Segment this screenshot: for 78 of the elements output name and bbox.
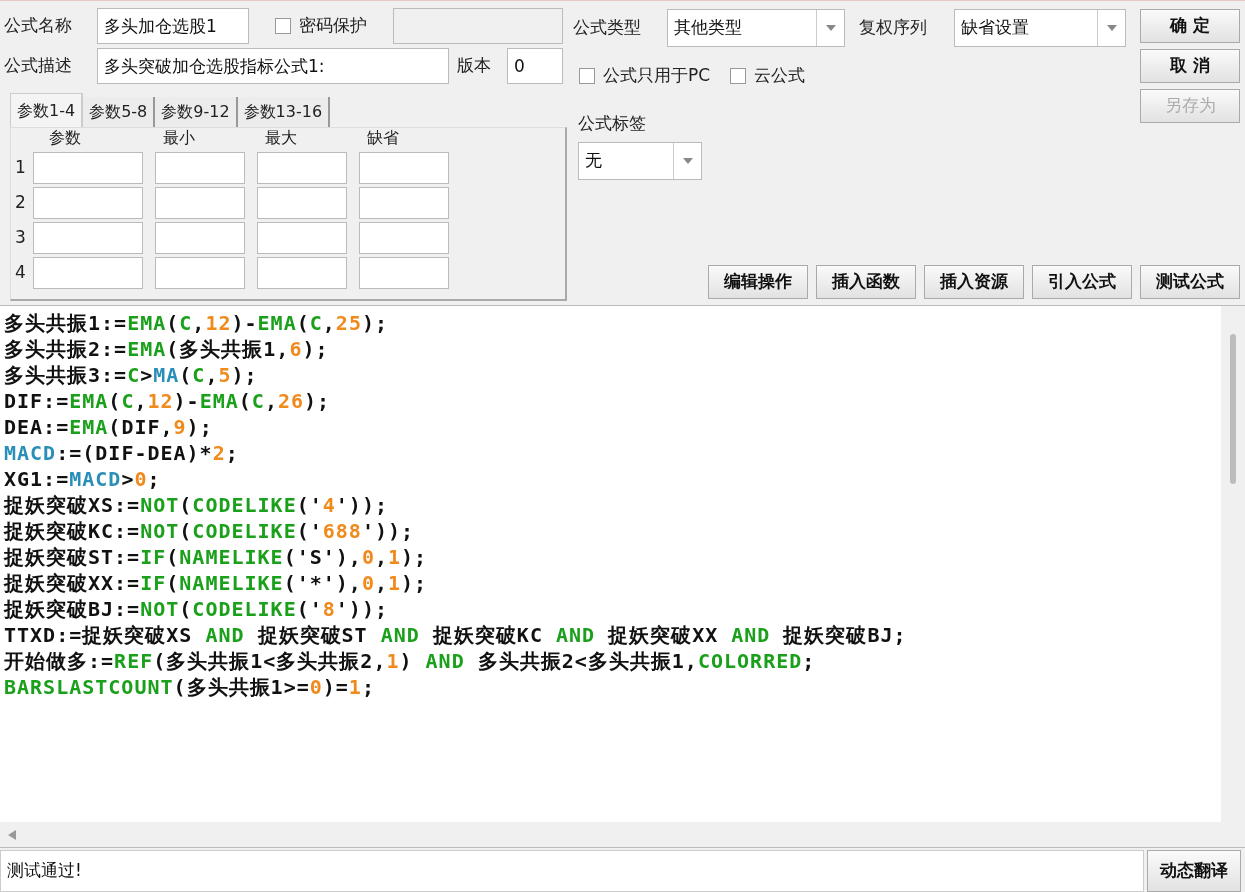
param-input[interactable] bbox=[155, 221, 245, 254]
column-header: 最小 bbox=[162, 127, 196, 149]
checkbox[interactable] bbox=[730, 67, 747, 84]
field-label: 公式名称 bbox=[4, 14, 73, 38]
code-line: MACD:=(DIF-DEA)*2; bbox=[4, 440, 239, 466]
code-line: 开始做多:=REF(多头共振1<多头共振2,1) AND 多头共振2<多头共振1,COLORRED; bbox=[4, 648, 816, 674]
tab[interactable]: 参数5-8 bbox=[83, 97, 156, 127]
input-field[interactable]: 0 bbox=[507, 48, 563, 84]
dropdown[interactable]: 无 bbox=[578, 142, 702, 180]
button[interactable]: 确 定 bbox=[1140, 9, 1240, 43]
dropdown[interactable]: 其他类型 bbox=[667, 9, 845, 47]
code-line: 多头共振1:=EMA(C,12)-EMA(C,25); bbox=[4, 310, 389, 336]
param-input[interactable] bbox=[257, 221, 347, 254]
field-label: 复权序列 bbox=[859, 16, 928, 40]
param-input[interactable] bbox=[33, 221, 143, 254]
button[interactable]: 引入公式 bbox=[1032, 265, 1132, 299]
param-input[interactable] bbox=[155, 256, 245, 289]
field-label: 公式类型 bbox=[573, 16, 642, 40]
row-number: 3 bbox=[15, 225, 27, 249]
param-input[interactable] bbox=[155, 186, 245, 219]
caret-icon bbox=[682, 158, 693, 164]
tab[interactable]: 参数9-12 bbox=[155, 97, 238, 127]
caret-icon bbox=[1106, 25, 1117, 31]
input-field[interactable]: 多头突破加仓选股指标公式1: bbox=[97, 48, 449, 84]
param-input[interactable] bbox=[257, 256, 347, 289]
checkbox-label: 密码保护 bbox=[299, 14, 367, 38]
field-label: 公式标签 bbox=[578, 111, 647, 135]
param-input[interactable] bbox=[257, 151, 347, 184]
caret-icon bbox=[825, 25, 836, 31]
code-line: DIF:=EMA(C,12)-EMA(C,26); bbox=[4, 388, 331, 414]
tab[interactable]: 参数1-4 bbox=[10, 93, 84, 127]
code-line: 多头共振2:=EMA(多头共振1,6); bbox=[4, 336, 329, 362]
code-line: 捉妖突破ST:=IF(NAMELIKE('S'),0,1); bbox=[4, 544, 428, 570]
code-editor[interactable] bbox=[0, 305, 1245, 822]
code-line: DEA:=EMA(DIF,9); bbox=[4, 414, 213, 440]
field-label: 版本 bbox=[457, 54, 492, 78]
checkbox-label: 公式只用于PC bbox=[603, 64, 711, 87]
param-input[interactable] bbox=[33, 151, 143, 184]
code-line: 捉妖突破XS:=NOT(CODELIKE('4')); bbox=[4, 492, 388, 518]
button[interactable]: 动态翻译 bbox=[1147, 850, 1241, 892]
field-label: 公式描述 bbox=[4, 54, 73, 78]
param-input[interactable] bbox=[359, 186, 449, 219]
checkbox[interactable] bbox=[275, 18, 291, 34]
row-number: 1 bbox=[15, 155, 27, 179]
password-field[interactable] bbox=[393, 8, 563, 44]
param-input[interactable] bbox=[359, 151, 449, 184]
checkbox-label: 云公式 bbox=[754, 64, 806, 87]
code-line: TTXD:=捉妖突破XS AND 捉妖突破ST AND 捉妖突破KC AND 捉妖突破XX AND 捉妖突破BJ; bbox=[4, 622, 907, 648]
param-input[interactable] bbox=[257, 186, 347, 219]
code-line: XG1:=MACD>0; bbox=[4, 466, 161, 492]
button[interactable]: 插入函数 bbox=[816, 265, 916, 299]
scroll-left-icon[interactable] bbox=[8, 829, 16, 840]
column-header: 最大 bbox=[264, 127, 298, 149]
code-line: 多头共振3:=C>MA(C,5); bbox=[4, 362, 258, 388]
column-header: 缺省 bbox=[366, 127, 400, 149]
param-input[interactable] bbox=[33, 256, 143, 289]
button[interactable]: 测试公式 bbox=[1140, 265, 1240, 299]
param-input[interactable] bbox=[359, 221, 449, 254]
scroll-thumb[interactable] bbox=[1230, 334, 1236, 484]
param-input[interactable] bbox=[359, 256, 449, 289]
input-field[interactable]: 多头加仓选股1 bbox=[97, 8, 249, 44]
param-input[interactable] bbox=[155, 151, 245, 184]
code-line: 捉妖突破BJ:=NOT(CODELIKE('8')); bbox=[4, 596, 388, 622]
scrollbar[interactable] bbox=[1221, 306, 1245, 822]
code-line: 捉妖突破XX:=IF(NAMELIKE('*'),0,1); bbox=[4, 570, 428, 596]
row-number: 2 bbox=[15, 190, 27, 214]
dropdown[interactable]: 缺省设置 bbox=[954, 9, 1126, 47]
row-number: 4 bbox=[15, 260, 27, 284]
code-line: 捉妖突破KC:=NOT(CODELIKE('688')); bbox=[4, 518, 415, 544]
button[interactable]: 编辑操作 bbox=[708, 265, 808, 299]
tab[interactable]: 参数13-16 bbox=[237, 97, 331, 127]
checkbox[interactable] bbox=[579, 67, 595, 84]
button[interactable]: 取 消 bbox=[1140, 49, 1240, 83]
status-message: 测试通过! bbox=[7, 859, 82, 883]
button[interactable]: 插入资源 bbox=[924, 265, 1024, 299]
column-header: 参数 bbox=[48, 127, 82, 149]
param-input[interactable] bbox=[33, 186, 143, 219]
code-line: BARSLASTCOUNT(多头共振1>=0)=1; bbox=[4, 674, 375, 700]
